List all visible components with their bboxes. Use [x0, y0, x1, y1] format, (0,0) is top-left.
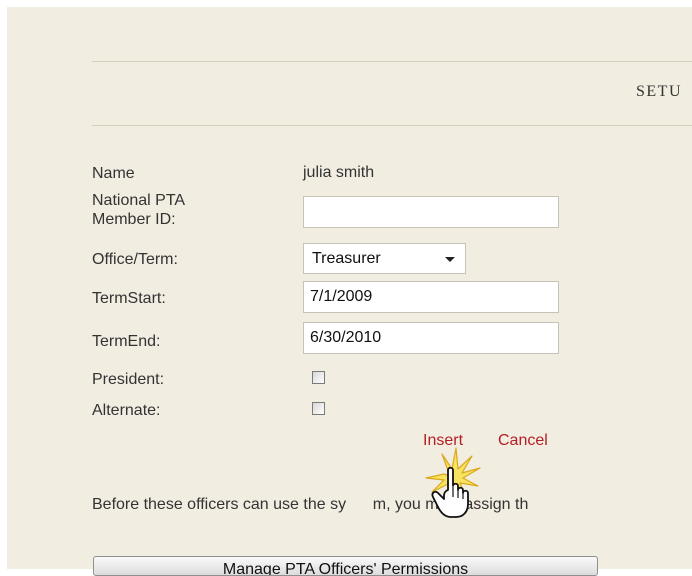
member-id-label: National PTA Member ID: — [92, 192, 186, 228]
alternate-label: Alternate: — [92, 402, 161, 419]
chevron-down-icon — [445, 257, 455, 262]
member-id-field[interactable] — [303, 196, 559, 228]
alternate-checkbox[interactable] — [312, 402, 325, 415]
office-term-select[interactable]: Treasurer — [303, 243, 466, 274]
cancel-link[interactable]: Cancel — [498, 432, 548, 450]
name-value: julia smith — [303, 164, 375, 181]
term-end-label: TermEnd: — [92, 333, 161, 350]
term-end-field[interactable] — [303, 322, 559, 354]
term-start-label: TermStart: — [92, 290, 166, 307]
term-start-field[interactable] — [303, 281, 559, 313]
top-edge — [0, 0, 692, 7]
manage-permissions-button[interactable]: Manage PTA Officers' Permissions — [93, 556, 598, 576]
page-background: SETU Name julia smith National PTA Membe… — [0, 0, 692, 576]
office-term-selected: Treasurer — [312, 250, 381, 267]
section-title: SETU — [636, 83, 682, 100]
divider-bottom — [92, 125, 692, 126]
name-label: Name — [92, 165, 135, 182]
president-checkbox[interactable] — [312, 371, 325, 384]
hand-pointer-icon — [425, 447, 481, 518]
divider-top — [92, 61, 692, 62]
office-term-label: Office/Term: — [92, 251, 178, 268]
left-edge — [0, 0, 7, 569]
president-label: President: — [92, 371, 165, 388]
